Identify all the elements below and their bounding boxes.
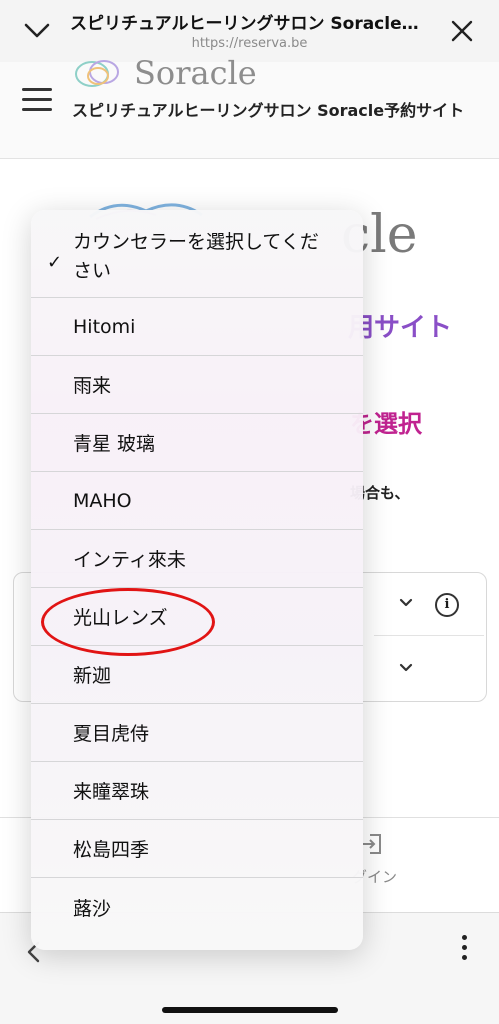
login-icon[interactable] [360, 832, 384, 856]
picker-option-label: 来瞳翠珠 [73, 781, 150, 803]
picker-option-label: 新迦 [73, 665, 112, 687]
picker-option[interactable]: インティ來未 [31, 530, 363, 588]
picker-option[interactable]: 蕗沙 [31, 878, 363, 936]
picker-option-label: 光山レンズ [73, 607, 168, 629]
logo-mark-icon [75, 60, 119, 87]
picker-option[interactable]: 雨来 [31, 356, 363, 414]
counselor-picker: ✓ カウンセラーを選択してください Hitomi 雨来 青星 玻璃 MAHO イ… [31, 210, 363, 950]
hamburger-menu-icon[interactable] [22, 88, 52, 112]
picker-option-label: 青星 玻璃 [73, 433, 156, 455]
picker-option[interactable]: MAHO [31, 472, 363, 530]
picker-option-label: カウンセラーを選択してください [73, 230, 319, 282]
picker-option[interactable]: 来瞳翠珠 [31, 762, 363, 820]
picker-option-label: 夏目虎侍 [73, 723, 150, 745]
site-title: スピリチュアルヒーリングサロン Soracle予約サイト [72, 101, 465, 120]
picker-option-label: 蕗沙 [73, 897, 112, 920]
picker-option[interactable]: 新迦 [31, 646, 363, 704]
picker-option-label: 松島四季 [73, 839, 150, 861]
home-indicator [162, 1007, 338, 1013]
more-options-icon[interactable] [458, 935, 470, 967]
picker-option-label: Hitomi [73, 315, 136, 338]
info-icon[interactable]: i [435, 593, 459, 617]
form-divider [374, 635, 484, 636]
logo-wordmark: Soracle [134, 54, 257, 92]
screen: スピリチュアルヒーリングサロン Soracle予約サイト https://res… [0, 0, 499, 1024]
picker-option-label: 雨来 [73, 375, 112, 397]
close-icon[interactable] [449, 18, 475, 44]
picker-option[interactable]: 青星 玻璃 [31, 414, 363, 472]
browser-url[interactable]: https://reserva.be [0, 36, 499, 51]
select-chevron-icon[interactable] [399, 598, 413, 608]
checkmark-icon: ✓ [47, 252, 63, 273]
picker-option-label: インティ來未 [73, 549, 186, 571]
site-logo[interactable]: Soracle [72, 54, 262, 92]
picker-option-selected[interactable]: ✓ カウンセラーを選択してください [31, 210, 363, 298]
picker-option[interactable]: 松島四季 [31, 820, 363, 878]
picker-option[interactable]: 光山レンズ [31, 588, 363, 646]
page-subtitle: 用サイト [348, 313, 453, 343]
site-header: Soracle スピリチュアルヒーリングサロン Soracle予約サイト [0, 54, 499, 159]
select-chevron-icon[interactable] [399, 663, 413, 673]
picker-option[interactable]: Hitomi [31, 298, 363, 356]
picker-option-label: MAHO [73, 489, 132, 512]
picker-option[interactable]: 夏目虎侍 [31, 704, 363, 762]
browser-page-title: スピリチュアルヒーリングサロン Soracle予約サイト [70, 14, 430, 34]
